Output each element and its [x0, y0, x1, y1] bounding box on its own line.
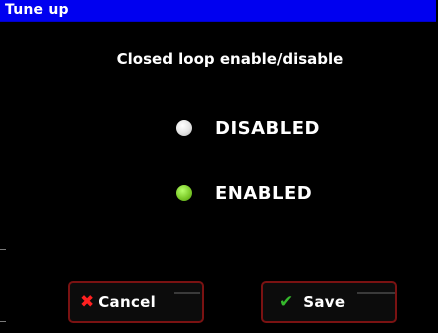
button-shade	[357, 292, 395, 294]
x-icon: ✖	[80, 291, 95, 312]
cancel-button[interactable]: ✖ Cancel	[68, 281, 204, 323]
option-disabled-label: DISABLED	[215, 117, 320, 139]
cancel-button-label: Cancel	[98, 293, 157, 311]
option-disabled[interactable]: DISABLED	[176, 116, 320, 140]
title-bar: Tune up	[0, 0, 436, 22]
edge-mark	[0, 249, 6, 250]
save-button-label: Save	[303, 293, 346, 311]
window-title: Tune up	[5, 2, 69, 18]
save-button[interactable]: ✔ Save	[261, 281, 397, 323]
tune-up-window: Tune up Closed loop enable/disable DISAB…	[0, 0, 438, 333]
option-enabled[interactable]: ENABLED	[176, 181, 312, 205]
option-enabled-label: ENABLED	[215, 182, 313, 204]
radio-off-icon	[176, 120, 192, 136]
edge-mark	[0, 321, 6, 322]
dialog-heading: Closed loop enable/disable	[116, 50, 344, 68]
radio-on-icon	[176, 185, 192, 201]
button-shade	[174, 292, 200, 294]
checkmark-icon: ✔	[279, 291, 294, 312]
